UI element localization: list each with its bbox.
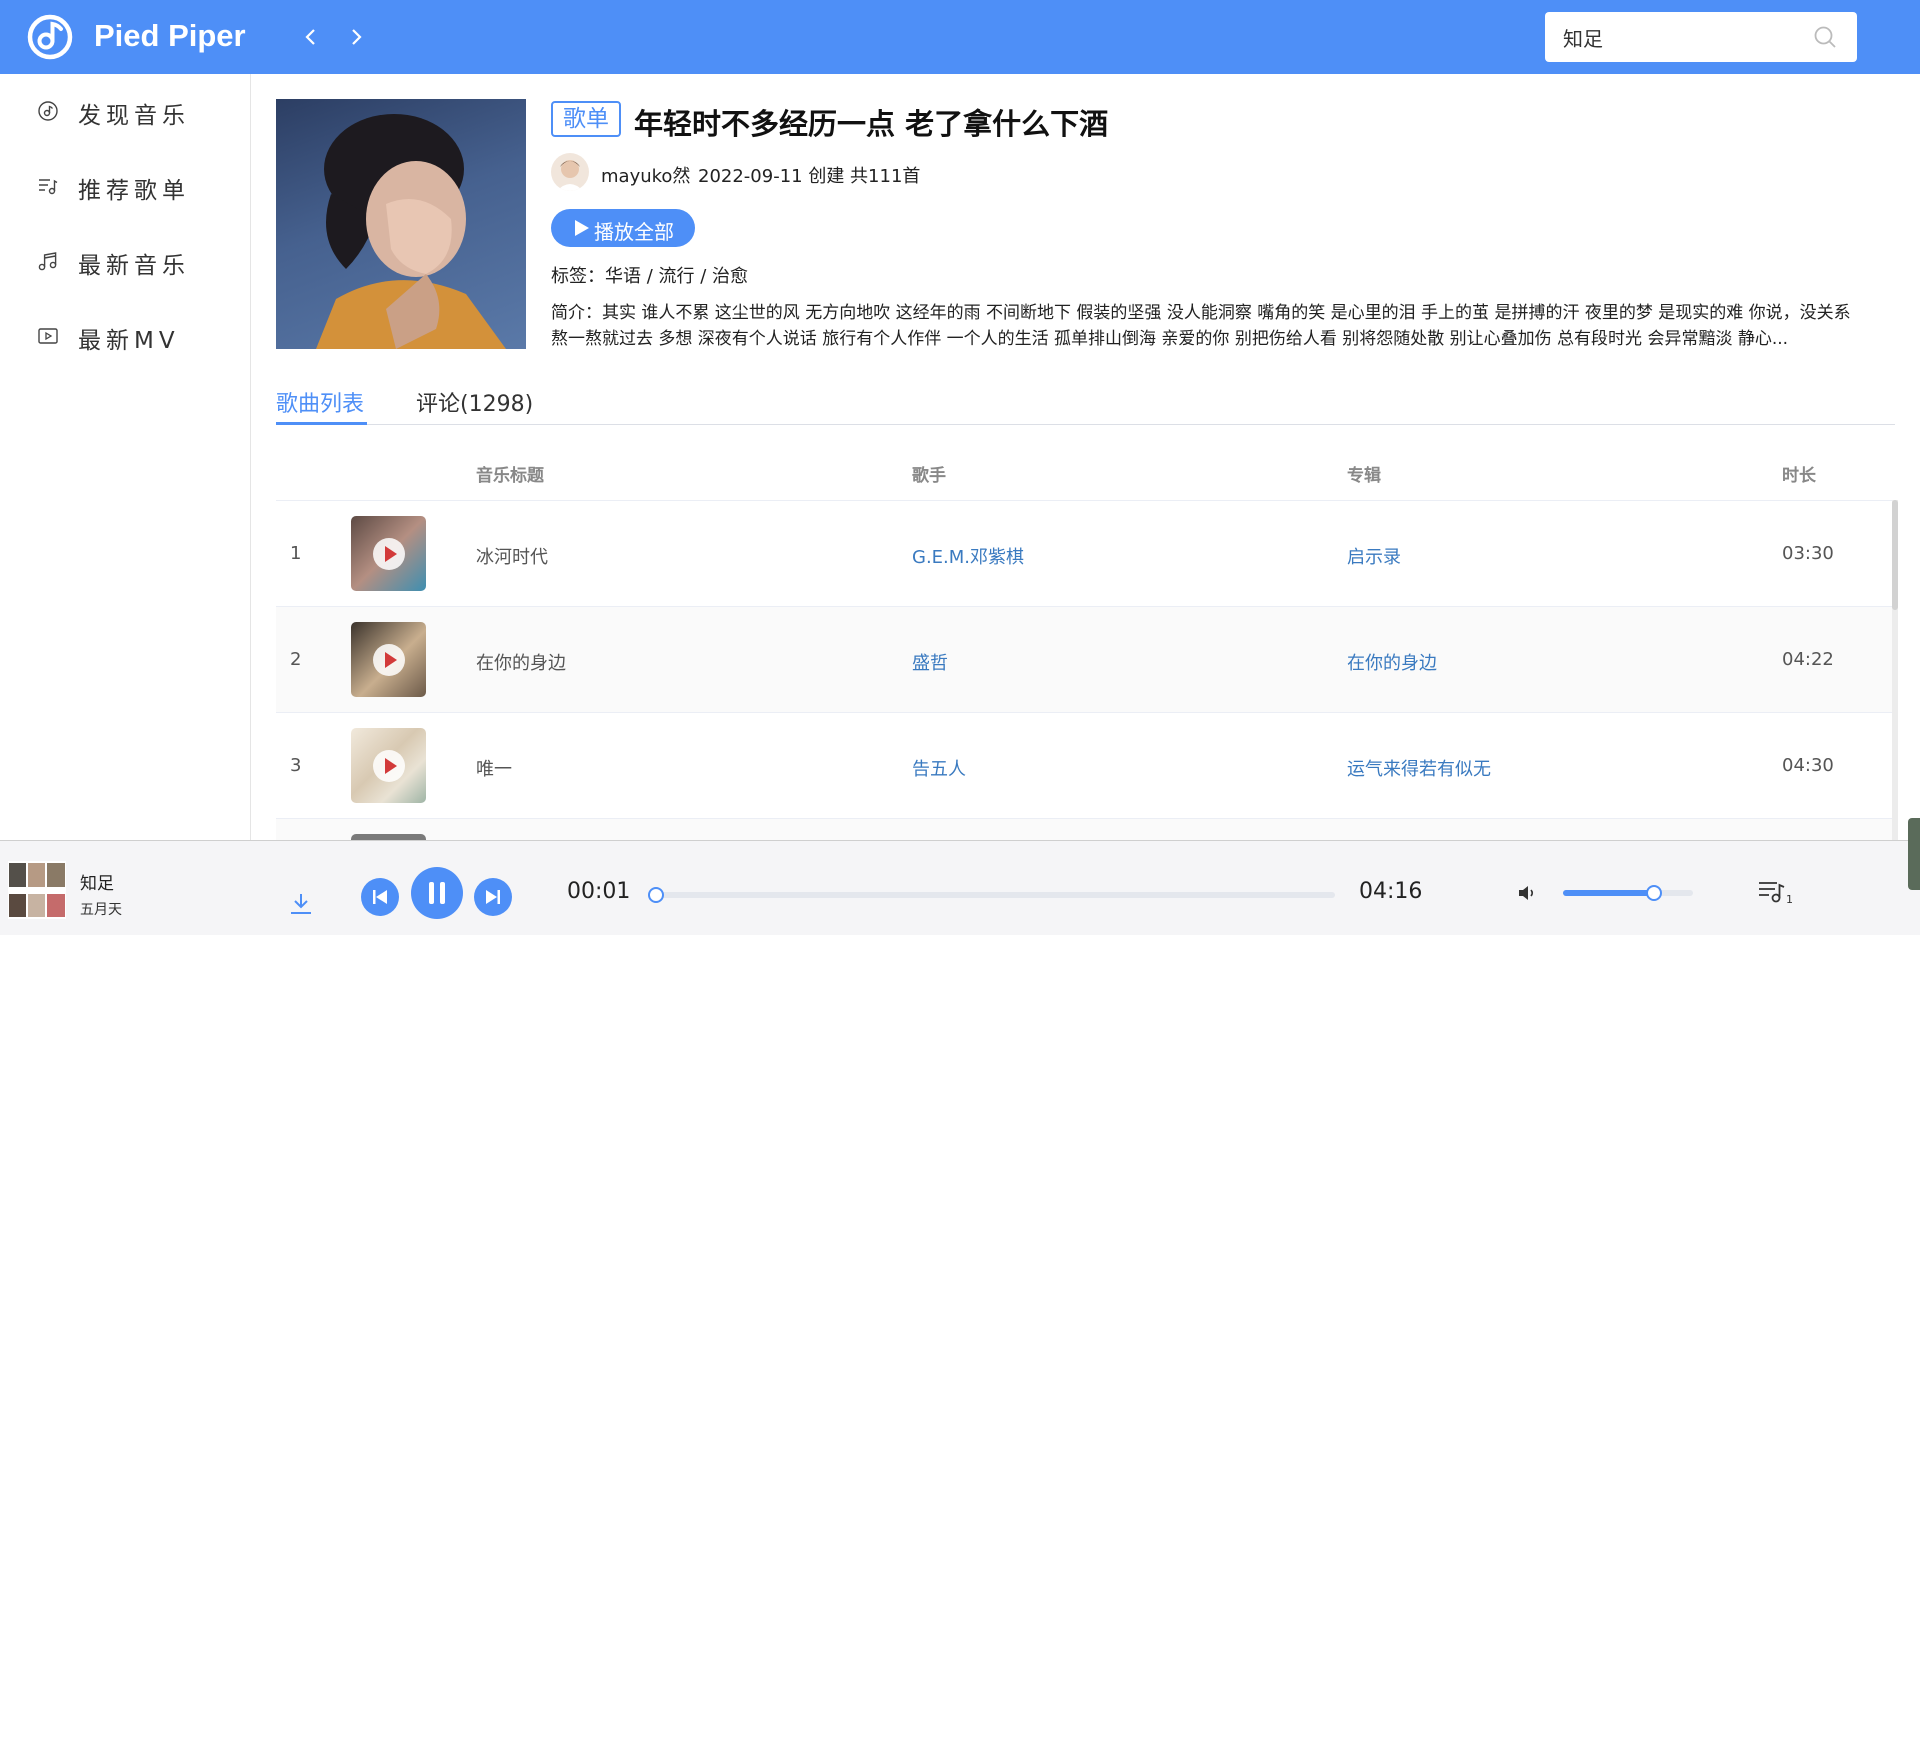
download-icon[interactable]: [288, 891, 314, 917]
playlist-tags: 标签：华语 / 流行 / 治愈: [551, 266, 749, 287]
header-artist[interactable]: 歌手: [912, 461, 946, 486]
skip-forward-icon: [486, 890, 500, 904]
header-duration[interactable]: 时长: [1782, 461, 1816, 486]
active-tab-indicator: [276, 422, 367, 425]
song-album-link[interactable]: 启示录: [1347, 543, 1401, 569]
song-title: 冰河时代: [476, 547, 548, 568]
current-time: 00:01: [567, 879, 631, 904]
disc-music-icon: [38, 101, 58, 121]
table-scrollbar[interactable]: [1892, 500, 1898, 840]
tab-bar: 歌曲列表 评论(1298): [276, 380, 1895, 425]
previous-track-button[interactable]: [361, 878, 399, 916]
header-album[interactable]: 专辑: [1347, 461, 1381, 486]
song-album-link[interactable]: 运气来得若有似无: [1347, 755, 1491, 781]
scrollbar-thumb[interactable]: [1892, 500, 1898, 610]
skip-back-icon: [373, 890, 387, 904]
next-track-button[interactable]: [474, 878, 512, 916]
search-input[interactable]: [1563, 12, 1813, 62]
top-bar: Pied Piper: [0, 0, 1920, 74]
edge-widget[interactable]: [1908, 818, 1920, 890]
now-playing-cover[interactable]: [8, 861, 66, 919]
table-row[interactable]: 1 冰河时代 G.E.M.邓紫棋 启示录 03:30: [276, 501, 1892, 607]
playlist-icon: [39, 179, 58, 195]
song-artist-link[interactable]: 盛哲: [912, 649, 948, 675]
app-brand-name[interactable]: Pied Piper: [94, 18, 246, 54]
sidebar: 发现音乐 推荐歌单 最新音乐 最新MV: [0, 74, 251, 840]
create-info: 2022-09-11 创建 共111首: [698, 166, 921, 187]
sidebar-item-discover-music[interactable]: 发现音乐: [0, 86, 251, 136]
now-playing-artist[interactable]: 五月天: [80, 899, 122, 919]
now-playing-title[interactable]: 知足: [80, 869, 114, 894]
tab-comments[interactable]: 评论(1298): [416, 386, 533, 418]
play-circle-icon[interactable]: [373, 644, 405, 676]
avatar-image: [557, 160, 583, 191]
sidebar-item-latest-mv[interactable]: 最新MV: [0, 311, 251, 361]
table-row[interactable]: 2 在你的身边 盛哲 在你的身边 04:22: [276, 607, 1892, 713]
video-play-icon: [38, 328, 58, 344]
progress-bar[interactable]: [648, 887, 1335, 903]
sidebar-item-label: 发现音乐: [78, 103, 190, 129]
volume-icon[interactable]: [1516, 881, 1540, 905]
creator-name[interactable]: mayuko然: [601, 162, 690, 188]
sidebar-item-label: 推荐歌单: [78, 178, 190, 204]
music-note-logo-icon[interactable]: [25, 12, 75, 62]
song-title: 唯一: [476, 759, 512, 780]
song-thumbnail[interactable]: [351, 516, 426, 591]
play-icon: [575, 220, 589, 236]
play-all-label: 播放全部: [594, 220, 674, 244]
song-thumbnail[interactable]: [351, 622, 426, 697]
song-duration: 04:22: [1782, 649, 1834, 670]
song-duration: 03:30: [1782, 543, 1834, 564]
sidebar-item-recommended-playlists[interactable]: 推荐歌单: [0, 161, 251, 211]
song-thumbnail[interactable]: [351, 728, 426, 803]
playlist-badge: 歌单: [551, 101, 621, 137]
play-all-button[interactable]: 播放全部: [551, 209, 695, 247]
row-index: 2: [290, 649, 302, 670]
row-index: 1: [290, 543, 302, 564]
sidebar-item-label: 最新MV: [78, 328, 180, 354]
queue-count: 1: [1786, 893, 1793, 906]
song-artist-link[interactable]: G.E.M.邓紫棋: [912, 543, 1024, 569]
creator-avatar[interactable]: [551, 153, 589, 191]
player-bar: 知足 五月天 00:01 04:16 1: [0, 840, 1920, 935]
volume-fill: [1563, 890, 1654, 896]
playlist-title: 年轻时不多经历一点 老了拿什么下酒: [634, 107, 1109, 141]
progress-handle[interactable]: [648, 887, 665, 903]
total-time: 04:16: [1359, 879, 1423, 904]
song-album-link[interactable]: 在你的身边: [1347, 649, 1437, 675]
song-table: 音乐标题 歌手 专辑 时长 1 冰河时代 G.E.M.邓紫棋 启示录 03:30…: [276, 441, 1895, 840]
volume-slider[interactable]: [1563, 885, 1693, 901]
forward-arrow-icon[interactable]: [342, 22, 370, 52]
pause-button[interactable]: [411, 867, 463, 919]
back-arrow-icon[interactable]: [297, 22, 325, 52]
header-title[interactable]: 音乐标题: [476, 461, 544, 486]
sidebar-item-latest-music[interactable]: 最新音乐: [0, 236, 251, 286]
volume-handle[interactable]: [1646, 885, 1662, 901]
row-index: 3: [290, 755, 302, 776]
play-circle-icon[interactable]: [373, 750, 405, 782]
playlist-description: 简介：其实 谁人不累 这尘世的风 无方向地吹 这经年的雨 不间断地下 假装的坚强…: [551, 303, 1851, 349]
song-artist-link[interactable]: 告五人: [912, 755, 966, 781]
music-note-icon: [38, 252, 57, 271]
playlist-cover-image: [276, 99, 526, 349]
play-circle-icon[interactable]: [373, 538, 405, 570]
tab-song-list[interactable]: 歌曲列表: [276, 386, 364, 418]
table-header: 音乐标题 歌手 专辑 时长: [276, 441, 1895, 501]
sidebar-item-label: 最新音乐: [78, 253, 190, 279]
pause-icon: [429, 882, 445, 904]
search-icon[interactable]: [1813, 25, 1837, 49]
search-box: [1545, 12, 1857, 62]
table-row[interactable]: 3 唯一 告五人 运气来得若有似无 04:30: [276, 713, 1892, 819]
song-duration: 04:30: [1782, 755, 1834, 776]
table-row[interactable]: [276, 819, 1892, 840]
playlist-cover-art: [316, 114, 506, 349]
song-title: 在你的身边: [476, 653, 566, 674]
